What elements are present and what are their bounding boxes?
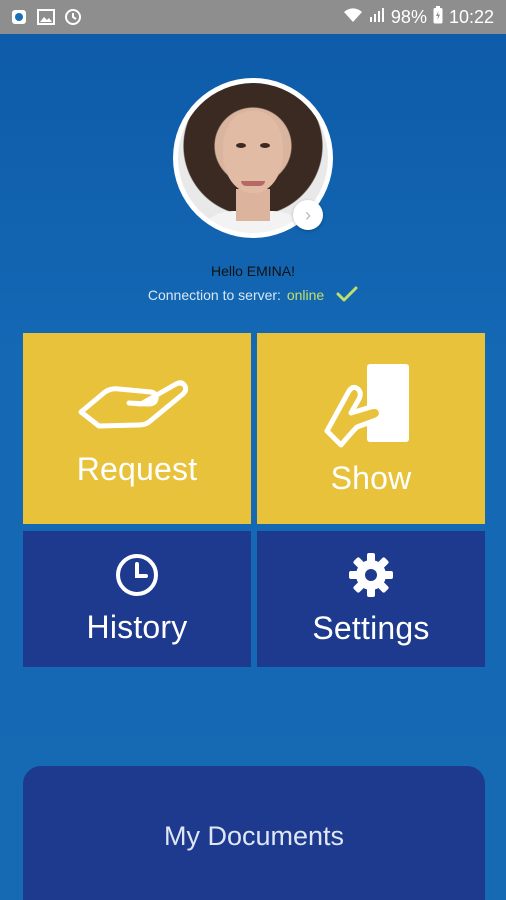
request-tile[interactable]: Request [23, 333, 251, 524]
show-tile[interactable]: Show [257, 333, 485, 524]
clock-text: 10:22 [448, 6, 494, 27]
status-bar: 98% 10:22 [0, 0, 506, 34]
battery-text: 98% [390, 6, 427, 27]
profile-chevron-right-icon[interactable]: › [293, 200, 323, 230]
connection-status: Connection to server: online [0, 286, 506, 305]
sync-icon [64, 8, 82, 26]
request-label: Request [76, 450, 198, 487]
clock-icon [114, 552, 160, 603]
settings-tile[interactable]: Settings [257, 531, 485, 667]
my-documents-button[interactable]: My Documents [23, 766, 485, 900]
history-tile[interactable]: History [23, 531, 251, 667]
battery-charging-icon [433, 5, 443, 29]
signal-icon [369, 7, 385, 28]
connection-label: Connection to server: [147, 287, 281, 303]
history-label: History [86, 609, 188, 645]
hand-icon [77, 370, 197, 435]
settings-label: Settings [312, 610, 430, 646]
hand-card-icon [321, 361, 421, 456]
image-icon [37, 8, 55, 26]
greeting-text: Hello EMINA! [210, 263, 296, 279]
connection-online-text: online [286, 287, 325, 303]
status-bar-right: 98% 10:22 [343, 5, 494, 29]
gear-icon [347, 551, 395, 604]
app-notification-icon [10, 8, 28, 26]
status-bar-left [10, 8, 82, 26]
checkmark-icon [336, 286, 358, 305]
show-label: Show [330, 459, 412, 496]
my-documents-label: My Documents [163, 821, 345, 851]
wifi-icon [343, 7, 363, 28]
